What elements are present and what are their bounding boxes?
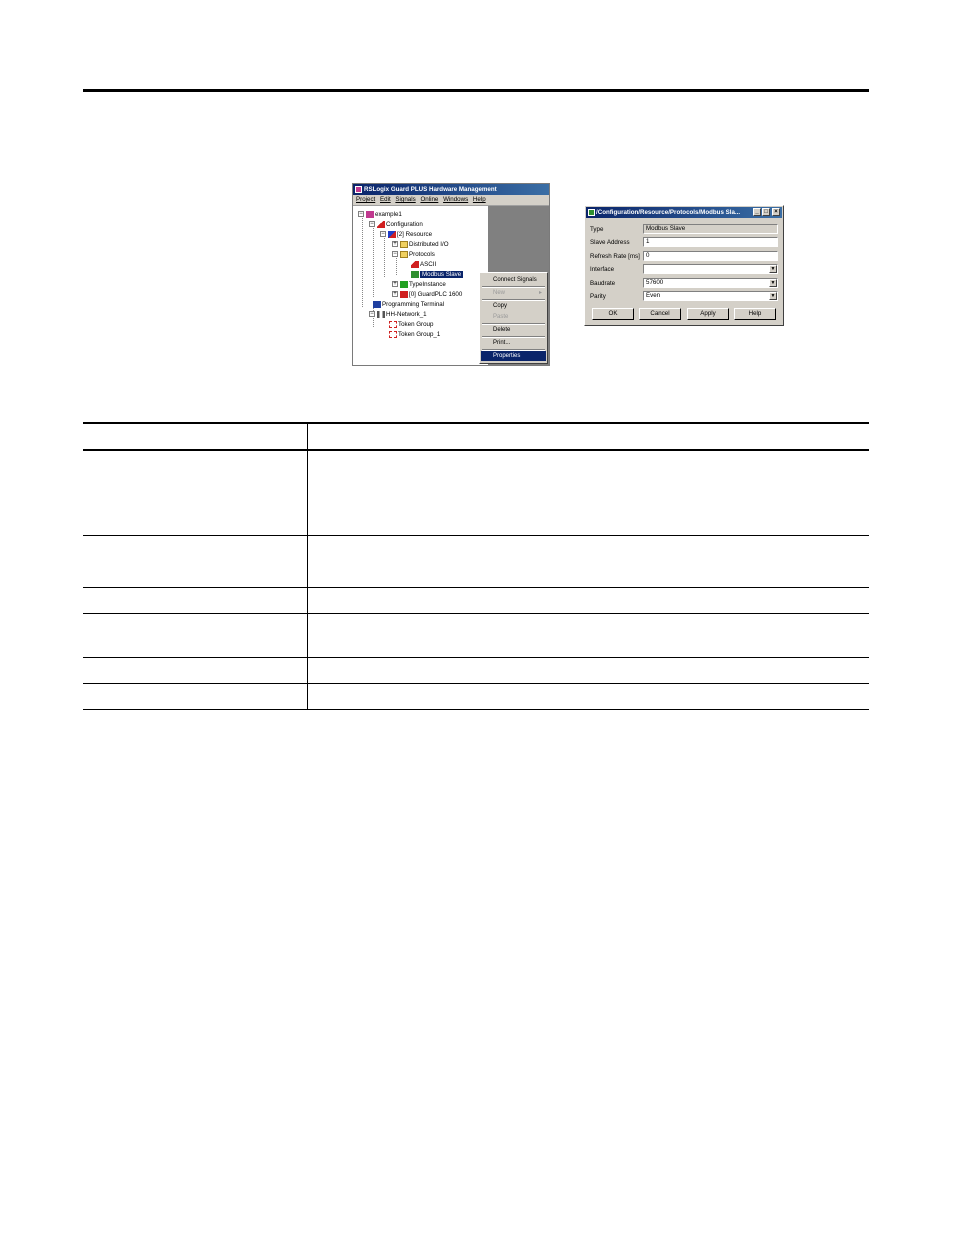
menu-bar: Project Edit Signals Online Windows Help xyxy=(353,195,549,206)
tree-item-guardplc[interactable]: + [0] GuardPLC 1600 xyxy=(392,290,462,300)
expand-icon[interactable]: + xyxy=(392,281,398,288)
type-label: Type xyxy=(590,226,604,233)
interface-label: Interface xyxy=(590,266,615,273)
table-row-divider xyxy=(83,587,869,588)
chevron-down-icon[interactable]: ▼ xyxy=(769,279,777,287)
table-row-divider xyxy=(83,535,869,536)
dialog-icon xyxy=(588,209,595,216)
submenu-arrow-icon: ▸ xyxy=(538,290,542,296)
configuration-icon xyxy=(377,220,385,228)
network-icon xyxy=(377,310,385,318)
interface-select[interactable]: ▼ xyxy=(643,264,778,274)
tree-item-token-group-1[interactable]: Token Group_1 xyxy=(389,330,440,340)
baudrate-label: Baudrate xyxy=(590,280,616,287)
help-button[interactable]: Help xyxy=(734,308,776,320)
table-top-rule xyxy=(83,422,869,424)
menu-item-connect-signals[interactable]: Connect Signals xyxy=(481,275,546,285)
menu-project[interactable]: Project xyxy=(356,196,375,203)
ok-button[interactable]: OK xyxy=(592,308,634,320)
header-rule xyxy=(83,89,869,92)
collapse-icon[interactable]: − xyxy=(369,311,375,318)
token-group-icon xyxy=(389,330,397,338)
type-field: Modbus Slave xyxy=(643,224,778,234)
expand-icon[interactable]: + xyxy=(392,241,398,248)
tree-item-distributed-io[interactable]: + Distributed I/O xyxy=(392,240,449,250)
tree-item-ascii[interactable]: ASCII xyxy=(411,260,436,270)
parity-select[interactable]: Even ▼ xyxy=(643,291,778,301)
project-icon xyxy=(366,210,374,218)
refresh-rate-input[interactable]: 0 xyxy=(643,251,778,261)
collapse-icon[interactable]: − xyxy=(358,211,364,218)
table-row-divider xyxy=(83,613,869,614)
tree-item-typeinstance[interactable]: + TypeInstance xyxy=(392,280,446,290)
tree-item-modbus-slave[interactable]: Modbus Slave xyxy=(411,270,464,280)
table-row-divider xyxy=(83,657,869,658)
menu-edit[interactable]: Edit xyxy=(380,196,391,203)
ascii-icon xyxy=(411,260,419,268)
menu-signals[interactable]: Signals xyxy=(395,196,415,203)
tree-item-resource[interactable]: − [2] Resource xyxy=(380,230,432,240)
slave-address-label: Slave Address xyxy=(590,239,630,246)
parity-label: Parity xyxy=(590,293,606,300)
tree-item-token-group[interactable]: Token Group xyxy=(389,320,433,330)
collapse-icon[interactable]: − xyxy=(380,231,386,238)
menu-item-print[interactable]: Print... xyxy=(481,338,546,348)
apply-button[interactable]: Apply xyxy=(687,308,729,320)
menu-help[interactable]: Help xyxy=(473,196,486,203)
folder-icon xyxy=(400,240,408,248)
menu-item-copy[interactable]: Copy xyxy=(481,301,546,311)
context-menu: Connect Signals New ▸ Copy Paste Delete P… xyxy=(479,272,548,364)
resource-icon xyxy=(388,230,396,238)
folder-open-icon xyxy=(400,250,408,258)
collapse-icon[interactable]: − xyxy=(369,221,375,228)
baudrate-select[interactable]: 57600 ▼ xyxy=(643,278,778,288)
tree-item-hh-network[interactable]: − HH-Network_1 xyxy=(369,310,427,320)
table-bottom-rule xyxy=(83,709,869,710)
slave-address-input[interactable]: 1 xyxy=(643,237,778,247)
menu-windows[interactable]: Windows xyxy=(443,196,468,203)
menu-item-delete[interactable]: Delete xyxy=(481,325,546,335)
menu-item-properties[interactable]: Properties xyxy=(481,351,546,361)
token-group-icon xyxy=(389,320,397,328)
hw-title: RSLogix Guard PLUS Hardware Management xyxy=(364,186,497,193)
terminal-icon xyxy=(373,300,381,308)
modbus-slave-properties-dialog: /Configuration/Resource/Protocols/Modbus… xyxy=(584,205,784,326)
dialog-title: /Configuration/Resource/Protocols/Modbus… xyxy=(596,209,741,216)
tree-item-example1[interactable]: − example1 xyxy=(358,210,402,220)
chevron-down-icon[interactable]: ▼ xyxy=(769,265,777,273)
app-icon xyxy=(355,186,362,193)
menu-online[interactable]: Online xyxy=(420,196,438,203)
typeinstance-icon xyxy=(400,280,408,288)
table-header-rule xyxy=(83,449,869,451)
close-button[interactable]: × xyxy=(772,208,780,216)
tree-item-configuration[interactable]: − Configuration xyxy=(369,220,423,230)
tree-item-protocols[interactable]: − Protocols xyxy=(392,250,435,260)
collapse-icon[interactable]: − xyxy=(392,251,398,258)
menu-item-paste[interactable]: Paste xyxy=(481,312,546,322)
table-row-divider xyxy=(83,683,869,684)
hw-titlebar: RSLogix Guard PLUS Hardware Management xyxy=(353,184,549,195)
expand-icon[interactable]: + xyxy=(392,291,398,298)
maximize-button[interactable]: □ xyxy=(762,208,770,216)
modbus-icon xyxy=(411,270,419,278)
menu-item-new[interactable]: New ▸ xyxy=(481,288,546,298)
minimize-button[interactable]: _ xyxy=(753,208,761,216)
refresh-rate-label: Refresh Rate [ms] xyxy=(590,253,640,260)
cancel-button[interactable]: Cancel xyxy=(639,308,681,320)
table-column-divider xyxy=(307,423,308,710)
plc-icon xyxy=(400,290,408,298)
chevron-down-icon[interactable]: ▼ xyxy=(769,292,777,300)
project-tree: − example1 − Configuration − [2] Resource +… xyxy=(353,206,488,365)
tree-item-programming-terminal[interactable]: Programming Terminal xyxy=(373,300,444,310)
